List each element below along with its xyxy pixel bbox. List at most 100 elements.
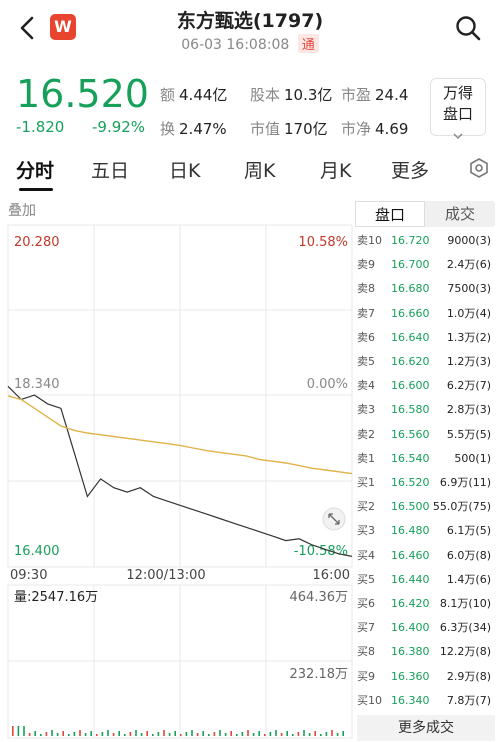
volume-bar <box>79 730 81 736</box>
time-start-label: 09:30 <box>10 568 47 583</box>
tab-monthly-k[interactable]: 月K <box>320 156 351 183</box>
volume-bar <box>28 733 31 736</box>
stat-pb: 市净 4.69 <box>341 120 409 138</box>
tab-daily-k[interactable]: 日K <box>169 156 200 183</box>
orderbook-price: 16.660 <box>391 306 430 320</box>
volume-bar <box>90 731 92 736</box>
orderbook-level: 卖8 <box>357 282 375 296</box>
volume-bar <box>51 730 53 736</box>
bid-row: 买10 16.340 7.8万(7) <box>357 689 495 713</box>
volume-bar <box>152 734 154 736</box>
price-high-label: 20.280 <box>14 235 60 250</box>
orderbook-level: 卖1 <box>357 451 375 465</box>
volume-bar <box>124 734 126 736</box>
volume-bar <box>336 733 339 736</box>
ask-row: 卖3 16.580 2.8万(3) <box>357 398 495 422</box>
volume-bar <box>236 734 238 736</box>
tab-trades[interactable]: 成交 <box>425 201 495 227</box>
time-mid-label: 12:00/13:00 <box>126 568 205 583</box>
price-change: -1.820 <box>16 118 65 136</box>
volume-bar <box>241 732 244 736</box>
orderbook-level: 买4 <box>357 548 375 562</box>
volume-bar <box>174 731 176 736</box>
quote-timestamp-line: 06-03 16:08:08 通 <box>0 34 500 53</box>
ask-row: 卖1 16.540 500(1) <box>357 447 495 471</box>
ask-row: 卖5 16.620 1.2万(3) <box>357 350 495 374</box>
orderbook-level: 买10 <box>357 693 382 707</box>
bid-row: 买9 16.360 2.9万(8) <box>357 665 495 689</box>
pct-mid-label: 0.00% <box>307 377 348 392</box>
orderbook-level: 买6 <box>357 597 375 610</box>
expand-icon[interactable] <box>322 507 346 531</box>
volume-bar <box>12 726 14 736</box>
tab-orderbook[interactable]: 盘口 <box>355 201 425 227</box>
orderbook-volume: 8.1万(10) <box>439 597 491 610</box>
volume-label: 量:2547.16万 <box>14 590 98 605</box>
volume-bar <box>286 731 288 736</box>
volume-bar <box>96 734 98 736</box>
more-trades-button[interactable]: 更多成交 <box>357 715 495 741</box>
orderbook-level: 卖5 <box>357 355 375 368</box>
orderbook-price: 16.480 <box>391 524 430 538</box>
volume-bar <box>331 730 333 736</box>
orderbook-price: 16.600 <box>391 379 430 393</box>
volume-bar <box>101 732 104 736</box>
ask-row: 卖8 16.680 7500(3) <box>357 277 495 301</box>
volume-bar <box>292 734 294 736</box>
volume-bar <box>213 732 216 736</box>
settings-hexagon-icon[interactable] <box>468 157 490 179</box>
volume-bar <box>297 732 300 736</box>
search-icon[interactable] <box>454 14 482 42</box>
ask-row: 卖6 16.640 1.3万(2) <box>357 326 495 350</box>
ask-row: 卖7 16.660 1.0万(4) <box>357 302 495 326</box>
volume-bar <box>17 726 20 736</box>
tab-intraday[interactable]: 分时 <box>16 156 54 183</box>
tab-more[interactable]: 更多 <box>391 156 429 183</box>
orderbook-level: 买3 <box>357 524 375 538</box>
ask-row: 卖2 16.560 5.5万(5) <box>357 423 495 447</box>
volume-bar <box>112 733 115 736</box>
bid-row: 买4 16.460 6.0万(8) <box>357 544 495 568</box>
orderbook-level: 卖3 <box>357 403 375 417</box>
bid-row: 买2 16.500 55.0万(75) <box>357 495 495 519</box>
volume-bar <box>202 731 204 736</box>
volume-bar <box>118 731 120 736</box>
bid-row: 买3 16.480 6.1万(5) <box>357 519 495 543</box>
orderbook-level: 买2 <box>357 500 375 514</box>
orderbook-price: 16.340 <box>391 693 430 707</box>
overlay-label[interactable]: 叠加 <box>8 203 36 219</box>
intraday-chart[interactable]: 叠加 20.280 10.58% 18.340 0.00% 16.400 -10… <box>0 195 356 742</box>
volume-bar <box>84 733 87 736</box>
volume-bar <box>208 734 210 736</box>
orderbook-volume: 500(1) <box>454 451 491 465</box>
orderbook-price: 16.700 <box>391 258 430 272</box>
orderbook-price: 16.680 <box>391 282 430 296</box>
volume-bar <box>264 734 266 736</box>
last-price: 16.520 <box>16 72 149 116</box>
orderbook-price: 16.360 <box>391 669 430 683</box>
orderbook-volume: 7.8万(7) <box>446 693 491 707</box>
orderbook-level: 卖4 <box>357 379 375 393</box>
tab-weekly-k[interactable]: 周K <box>244 156 275 183</box>
price-low-label: 16.400 <box>14 544 60 559</box>
stat-share-capital: 股本 10.3亿 <box>250 86 333 104</box>
orderbook-volume: 12.2万(8) <box>439 645 491 659</box>
orderbook-volume: 1.2万(3) <box>446 355 491 368</box>
volume-bar <box>23 726 25 736</box>
volume-bar <box>280 733 283 736</box>
orderbook-level: 卖9 <box>357 258 375 272</box>
bid-row: 买5 16.440 1.4万(6) <box>357 568 495 592</box>
wind-orderbook-button[interactable]: 万得 盘口 <box>430 78 486 140</box>
stat-turnover-amount: 额 4.44亿 <box>160 86 228 104</box>
orderbook-price: 16.380 <box>391 645 430 659</box>
price-mid-label: 18.340 <box>14 377 60 392</box>
quote-timestamp: 06-03 16:08:08 <box>181 37 290 53</box>
tab-five-day[interactable]: 五日 <box>91 156 129 183</box>
market-badge: 通 <box>297 34 319 53</box>
orderbook-volume: 6.0万(8) <box>446 548 491 562</box>
orderbook-volume: 1.3万(2) <box>446 330 491 344</box>
volume-bar <box>219 730 221 736</box>
orderbook-price: 16.440 <box>391 572 430 586</box>
stat-pe: 市盈 24.4 <box>341 86 409 104</box>
orderbook-volume: 6.3万(34) <box>439 621 491 635</box>
